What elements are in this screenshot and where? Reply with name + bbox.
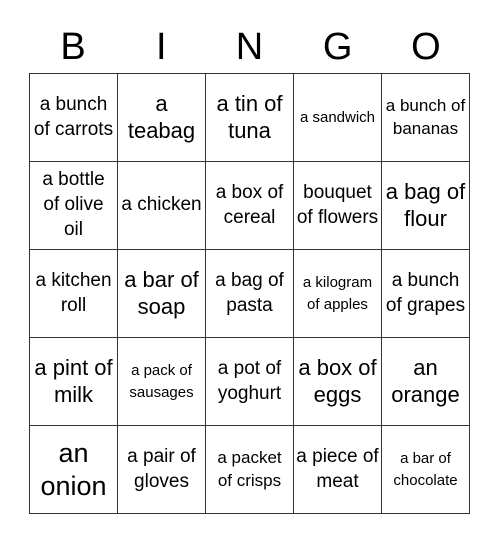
bingo-cell[interactable]: bouquet of flowers: [294, 162, 382, 250]
bingo-cell-label: a bunch of grapes: [385, 269, 466, 316]
bingo-cell[interactable]: a bottle of olive oil: [30, 162, 118, 250]
bingo-cell[interactable]: a box of eggs: [294, 338, 382, 426]
bingo-cell-label: a teabag: [127, 91, 196, 143]
bingo-cell[interactable]: a packet of crisps: [206, 426, 294, 514]
bingo-grid: a bunch of carrots a teabag a tin of tuna a…: [29, 73, 470, 514]
bingo-cell-label: a pint of milk: [34, 355, 113, 407]
bingo-cell[interactable]: a bunch of bananas: [382, 74, 470, 162]
bingo-cell[interactable]: a bar of chocolate: [382, 426, 470, 514]
bingo-cell[interactable]: a bag of pasta: [206, 250, 294, 338]
bingo-cell-label: a bar of chocolate: [393, 449, 458, 489]
bingo-cell[interactable]: a bag of flour: [382, 162, 470, 250]
bingo-cell-label: an onion: [40, 438, 107, 501]
bingo-header: B I N G O: [29, 22, 470, 72]
bingo-cell-label: a bottle of olive oil: [42, 169, 105, 240]
bingo-cell-label: a chicken: [121, 194, 202, 216]
bingo-cell-label: a piece of meat: [296, 445, 379, 492]
bingo-cell-label: a box of cereal: [215, 181, 284, 228]
bingo-cell-label: a pair of gloves: [127, 445, 196, 492]
bingo-cell[interactable]: a bunch of grapes: [382, 250, 470, 338]
bingo-cell-label: an orange: [391, 355, 460, 407]
bingo-cell-label: a bunch of carrots: [33, 93, 114, 140]
bingo-cell-label: a pot of yoghurt: [217, 357, 282, 404]
header-letter-n: N: [235, 26, 264, 68]
bingo-cell-label: a bar of soap: [124, 267, 199, 319]
bingo-cell[interactable]: a pot of yoghurt: [206, 338, 294, 426]
bingo-cell[interactable]: a bunch of carrots: [30, 74, 118, 162]
bingo-cell[interactable]: a teabag: [118, 74, 206, 162]
bingo-cell[interactable]: a pack of sausages: [118, 338, 206, 426]
bingo-cell[interactable]: a box of cereal: [206, 162, 294, 250]
header-letter-o: O: [411, 26, 441, 68]
header-letter-g: G: [322, 26, 353, 68]
bingo-cell-label: a bag of flour: [385, 179, 466, 231]
bingo-cell[interactable]: a kitchen roll: [30, 250, 118, 338]
bingo-cell-label: a tin of tuna: [216, 91, 283, 143]
bingo-cell-label: bouquet of flowers: [296, 181, 379, 228]
bingo-cell[interactable]: a piece of meat: [294, 426, 382, 514]
bingo-cell[interactable]: a pair of gloves: [118, 426, 206, 514]
bingo-cell[interactable]: a kilogram of apples: [294, 250, 382, 338]
bingo-cell-label: a pack of sausages: [129, 361, 194, 401]
bingo-cell-label: a sandwich: [299, 108, 376, 126]
bingo-cell[interactable]: an onion: [30, 426, 118, 514]
bingo-cell[interactable]: an orange: [382, 338, 470, 426]
bingo-cell-label: a bunch of bananas: [385, 95, 466, 138]
bingo-cell-label: a box of eggs: [298, 355, 377, 407]
bingo-cell-label: a bag of pasta: [215, 269, 284, 316]
bingo-cell[interactable]: a pint of milk: [30, 338, 118, 426]
bingo-cell[interactable]: a sandwich: [294, 74, 382, 162]
bingo-cell-label: a kitchen roll: [35, 269, 112, 316]
bingo-cell-label: a packet of crisps: [217, 447, 282, 490]
bingo-cell-label: a kilogram of apples: [302, 273, 373, 313]
bingo-cell[interactable]: a chicken: [118, 162, 206, 250]
bingo-cell[interactable]: a bar of soap: [118, 250, 206, 338]
header-letter-i: I: [156, 26, 167, 68]
header-letter-b: B: [60, 26, 86, 68]
bingo-cell[interactable]: a tin of tuna: [206, 74, 294, 162]
